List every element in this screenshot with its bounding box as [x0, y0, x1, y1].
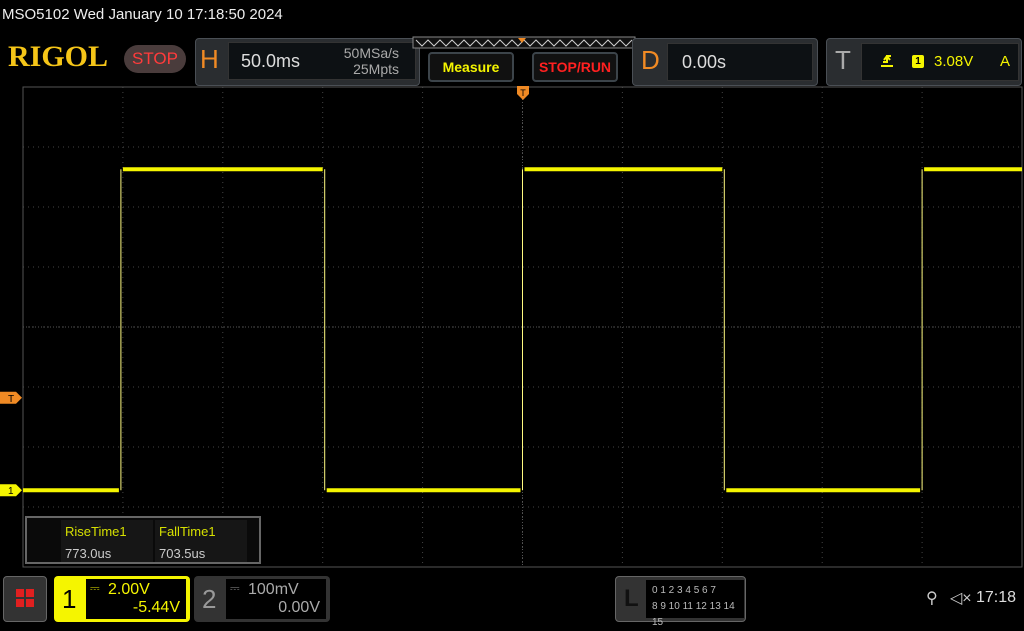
grid-menu-icon: [16, 589, 34, 607]
rising-edge-icon: [881, 55, 893, 67]
ch2-offset: 0.00V: [278, 599, 320, 616]
mute-icon[interactable]: ◁×: [950, 588, 972, 608]
logic-label: L: [624, 585, 639, 612]
ch2-scale: 100mV: [248, 581, 299, 598]
ch1-number: 1: [62, 584, 77, 614]
trigger-label: T: [835, 45, 851, 75]
timebase-display[interactable]: 50.0ms 50MSa/s 25Mpts: [228, 42, 416, 80]
usb-icon: ⚲: [926, 590, 938, 607]
ch1-scale: 2.00V: [108, 581, 150, 598]
ch2-number: 2: [202, 584, 217, 614]
waveform-overview-bar[interactable]: [412, 36, 636, 50]
measurement-name: RiseTime1: [65, 524, 127, 539]
delay-value: 0.00s: [682, 52, 727, 72]
ch1-panel[interactable]: 1 ⎓ 2.00V -5.44V: [54, 576, 190, 622]
logic-channels-row1: 0 1 2 3 4 5 6 7: [652, 585, 716, 596]
ch2-panel[interactable]: 2 ⎓ 100mV 0.00V: [194, 576, 330, 622]
status-title: MSO5102 Wed January 10 17:18:50 2024: [2, 6, 283, 23]
measurement-name: FallTime1: [159, 524, 216, 539]
delay-panel[interactable]: D 0.00s: [632, 38, 818, 86]
svg-text:1: 1: [8, 486, 14, 497]
memory-depth: 25Mpts: [353, 61, 399, 77]
trigger-level-marker[interactable]: T: [0, 391, 22, 405]
ch1-offset-marker[interactable]: 1: [0, 484, 22, 497]
trigger-source: 1: [912, 55, 924, 68]
run-state-badge[interactable]: STOP: [124, 45, 186, 73]
ch1-waveform-edges: [120, 169, 923, 491]
delay-label: D: [641, 45, 660, 75]
measurement-fall-time: FallTime1 703.5us: [155, 520, 247, 562]
measurement-rise-time: RiseTime1 773.0us: [61, 520, 153, 562]
clock: 17:18: [976, 589, 1017, 606]
trigger-panel[interactable]: T 1 3.08V A: [826, 38, 1022, 86]
measure-button[interactable]: Measure: [428, 52, 514, 82]
trigger-level: 3.08V: [934, 53, 974, 70]
timebase-value: 50.0ms: [241, 51, 301, 71]
rigol-logo: RIGOL: [8, 40, 109, 73]
measurement-value: 773.0us: [65, 546, 112, 561]
dc-coupling-icon: ⎓: [230, 581, 240, 595]
horizontal-label: H: [200, 44, 219, 74]
sample-rate: 50MSa/s: [343, 45, 399, 61]
measurement-value: 703.5us: [159, 546, 206, 561]
stop-run-button[interactable]: STOP/RUN: [532, 52, 618, 82]
waveform-display[interactable]: T T 1: [0, 86, 1024, 570]
app-menu-button[interactable]: [3, 576, 47, 622]
trigger-mode: A: [1000, 53, 1011, 70]
dc-coupling-icon: ⎓: [90, 581, 100, 595]
logic-channels-row2: 8 9 10 11 12 13 14 15: [652, 601, 735, 628]
ch1-offset: -5.44V: [132, 599, 180, 616]
measurement-panel[interactable]: RiseTime1 773.0us FallTime1 703.5us: [25, 516, 261, 564]
svg-text:T: T: [8, 394, 14, 405]
logic-panel[interactable]: L 0 1 2 3 4 5 6 7 8 9 10 11 12 13 14 15: [615, 576, 746, 628]
svg-text:T: T: [520, 88, 526, 98]
trigger-position-marker: T: [517, 86, 529, 100]
